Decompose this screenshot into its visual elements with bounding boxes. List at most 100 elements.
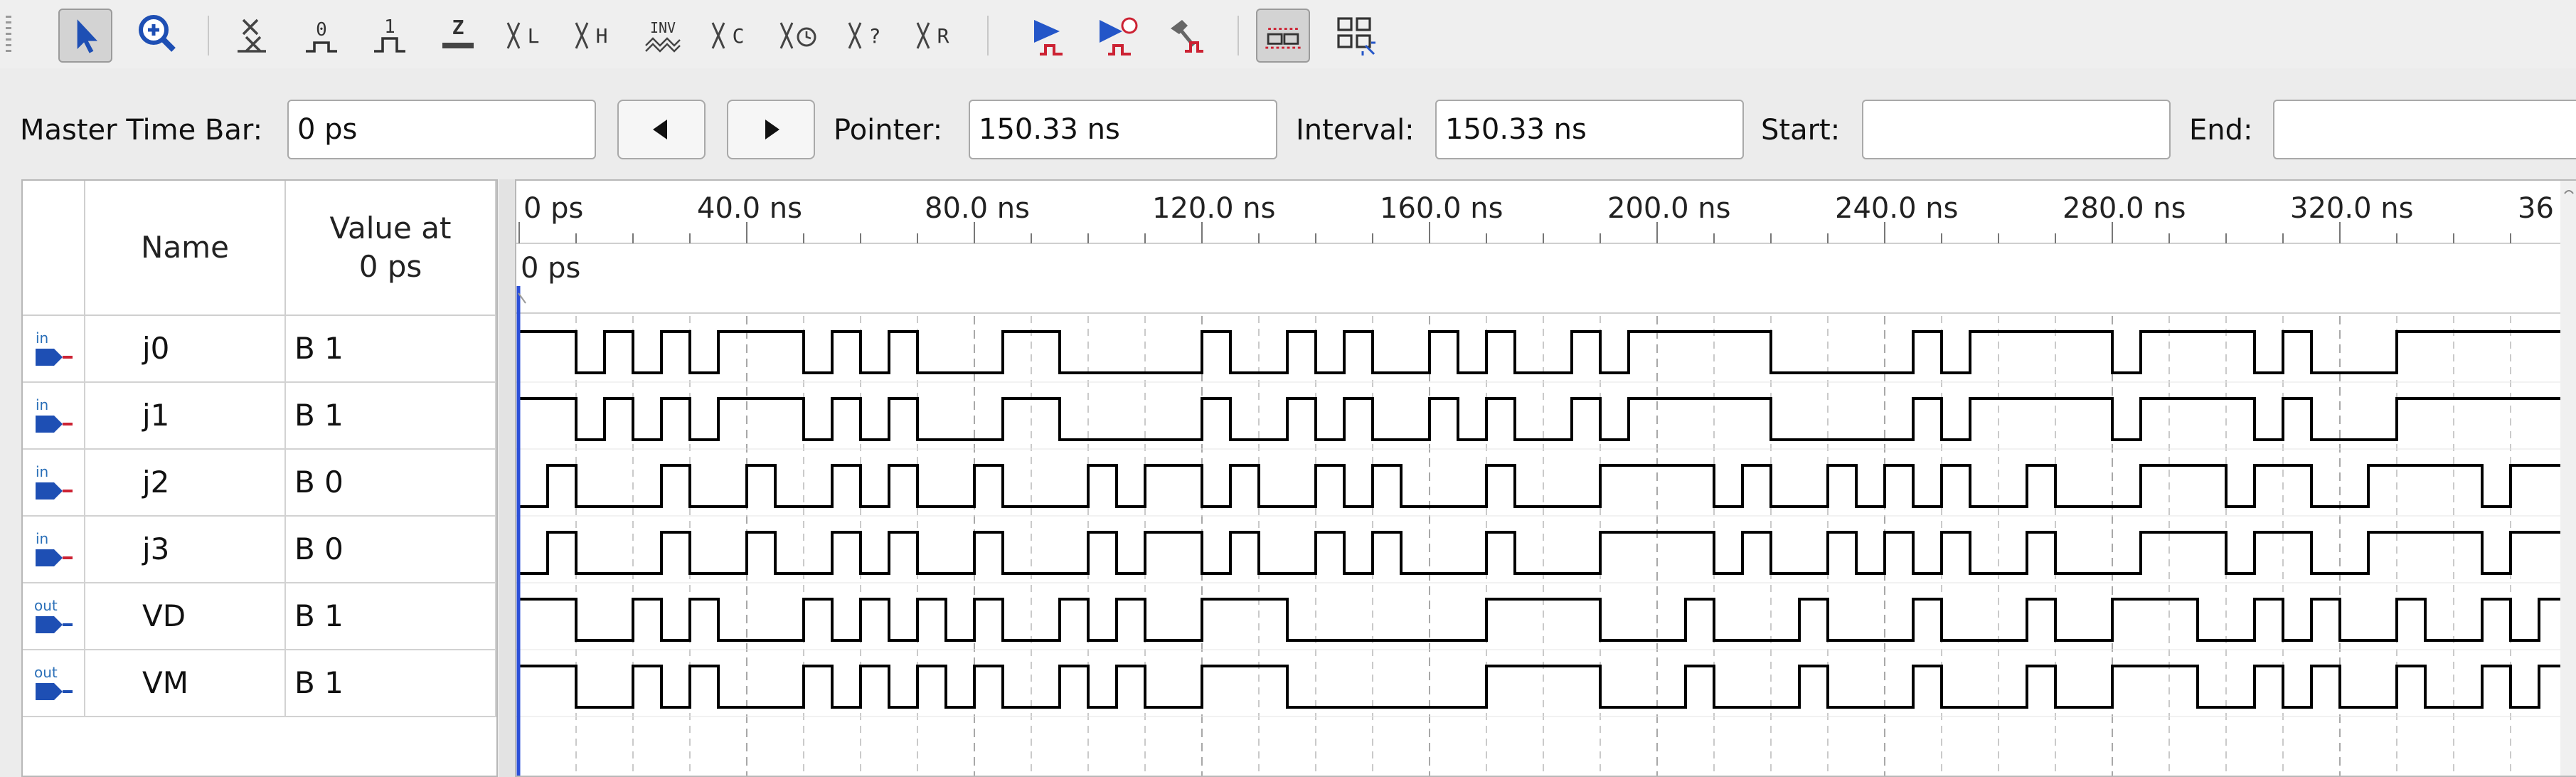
header-name[interactable]: Name	[85, 181, 286, 316]
weak-high-icon: H	[575, 22, 608, 49]
signal-value: B 0	[286, 450, 496, 515]
svg-text:in: in	[36, 463, 48, 480]
signal-value: B 1	[286, 316, 496, 381]
svg-text:H: H	[596, 24, 608, 48]
ruler-label: 320.0 ns	[2290, 192, 2413, 225]
svg-text:0: 0	[316, 19, 327, 41]
invert-button[interactable]: INV	[636, 9, 690, 63]
sort-group-button[interactable]	[1329, 9, 1383, 63]
end-label: End:	[2189, 114, 2253, 147]
waveform-toolbar: 0 1 Z L H INV C ? R	[0, 0, 2576, 68]
signal-value: B 1	[286, 583, 496, 649]
high-impedance-button[interactable]: Z	[431, 9, 485, 63]
cursor-time-label: 0 ps	[521, 252, 580, 285]
signal-name: VD	[85, 583, 286, 649]
zoom-magnifier-icon	[139, 15, 176, 52]
svg-text:C: C	[733, 24, 745, 48]
start-field[interactable]	[1862, 100, 2171, 159]
output-pin-icon: out	[23, 583, 85, 649]
waveform-trace-j3[interactable]	[519, 531, 2576, 575]
snap-to-grid-button[interactable]	[1256, 9, 1310, 63]
svg-text:in: in	[36, 396, 48, 413]
signal-row-j3[interactable]: in j3 B 0	[23, 517, 496, 583]
ruler-label: 160.0 ns	[1380, 192, 1503, 225]
ruler-label: 120.0 ns	[1152, 192, 1275, 225]
ruler-label: 0 ps	[523, 192, 583, 225]
forcing-high-icon: 1	[374, 16, 405, 53]
run-functional-simulation-icon	[1034, 20, 1063, 56]
count-value-button[interactable]: C	[704, 9, 758, 63]
ruler-label: 200.0 ns	[1607, 192, 1730, 225]
ruler-label: 36	[2518, 192, 2554, 225]
signal-value: B 0	[286, 517, 496, 582]
uninitialized-x-icon	[238, 18, 266, 53]
input-pin-icon: in	[23, 383, 85, 448]
waveform-trace-j1[interactable]	[519, 397, 2576, 441]
arbitrary-value-button[interactable]: R	[909, 9, 963, 63]
previous-transition-button[interactable]	[617, 100, 706, 159]
forcing-low-button[interactable]: 0	[294, 9, 348, 63]
arbitrary-value-icon: R	[916, 22, 949, 49]
forcing-low-icon: 0	[306, 19, 337, 53]
output-pin-icon: out	[23, 650, 85, 716]
waveform-trace-j0[interactable]	[519, 330, 2576, 374]
header-value-at[interactable]: Value at 0 ps	[286, 181, 496, 316]
signal-name: j1	[85, 383, 286, 448]
waveform-canvas[interactable]: 0 ps 40.0 ns 80.0 ns 120.0 ns 160.0 ns 200.0 …	[516, 181, 2576, 776]
weak-high-button[interactable]: H	[568, 9, 622, 63]
ruler-label: 40.0 ns	[697, 192, 802, 225]
group-bus-icon	[1337, 17, 1375, 56]
interval-field[interactable]: 150.33 ns	[1435, 100, 1744, 159]
input-pin-icon: in	[23, 450, 85, 515]
vertical-scrollbar[interactable]	[2560, 181, 2576, 776]
start-label: Start:	[1761, 114, 1841, 147]
svg-text:L: L	[528, 24, 540, 48]
generate-testbench-icon	[1171, 20, 1203, 53]
clock-button[interactable]	[772, 9, 826, 63]
run-timing-simulation-icon	[1100, 17, 1138, 56]
waveform-pane[interactable]: 0 ps 40.0 ns 80.0 ns 120.0 ns 160.0 ns 200.0 …	[515, 179, 2576, 777]
run-functional-simulation-button[interactable]	[1023, 9, 1077, 63]
svg-text:in: in	[36, 530, 48, 547]
master-time-bar-field[interactable]: 0 ps	[287, 100, 596, 159]
svg-text:out: out	[34, 664, 58, 681]
waveform-trace-VM[interactable]	[519, 665, 2576, 709]
svg-text:in: in	[36, 329, 48, 347]
clock-icon	[779, 22, 816, 49]
signal-row-VM[interactable]: out VM B 1	[23, 650, 496, 717]
next-transition-button[interactable]	[727, 100, 815, 159]
ruler-label: 280.0 ns	[2063, 192, 2186, 225]
master-time-bar-label: Master Time Bar:	[20, 114, 263, 147]
selection-tool-button[interactable]	[58, 9, 112, 63]
pointer-field[interactable]: 150.33 ns	[969, 100, 1277, 159]
triangle-left-icon	[653, 120, 667, 139]
header-icon-column[interactable]	[23, 181, 85, 316]
svg-text:1: 1	[384, 16, 395, 38]
svg-text:Z: Z	[452, 16, 464, 39]
zoom-tool-button[interactable]	[131, 9, 185, 63]
end-field[interactable]	[2273, 100, 2576, 159]
run-timing-simulation-button[interactable]	[1091, 9, 1145, 63]
pane-splitter[interactable]	[499, 179, 515, 777]
waveform-trace-VD[interactable]	[519, 598, 2576, 642]
svg-text:out: out	[34, 597, 58, 614]
uninitialized-button[interactable]	[226, 9, 280, 63]
toolbar-grip[interactable]	[6, 16, 11, 56]
generate-testbench-button[interactable]	[1159, 9, 1213, 63]
time-ruler[interactable]	[516, 181, 2576, 314]
signal-row-j2[interactable]: in j2 B 0	[23, 450, 496, 517]
weak-low-button[interactable]: L	[499, 9, 553, 63]
triangle-right-icon	[765, 120, 779, 139]
random-button[interactable]: ?	[841, 9, 895, 63]
signal-list-table: Name Value at 0 ps in j0 B 1 in j1 B 1 in j2 B 0…	[21, 179, 498, 777]
forcing-high-button[interactable]: 1	[363, 9, 417, 63]
signal-row-j0[interactable]: in j0 B 1	[23, 316, 496, 383]
pointer-label: Pointer:	[834, 114, 943, 147]
waveform-trace-j2[interactable]	[519, 464, 2576, 508]
signal-row-VD[interactable]: out VD B 1	[23, 583, 496, 650]
high-impedance-z-icon: Z	[442, 16, 474, 48]
weak-low-icon: L	[506, 22, 540, 49]
signal-row-j1[interactable]: in j1 B 1	[23, 383, 496, 450]
ruler-label: 240.0 ns	[1835, 192, 1958, 225]
signal-name: j2	[85, 450, 286, 515]
